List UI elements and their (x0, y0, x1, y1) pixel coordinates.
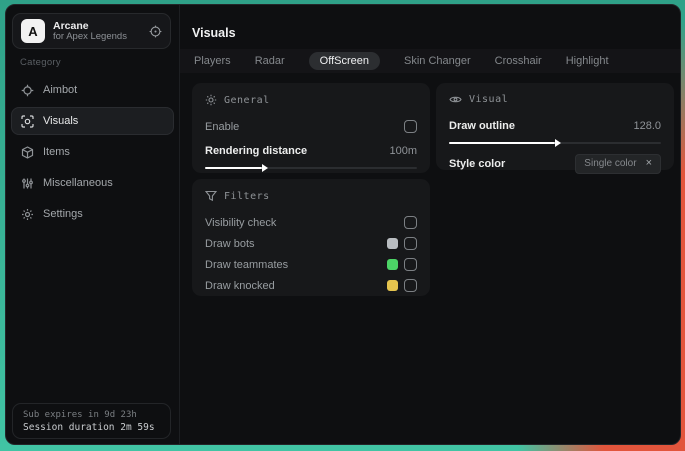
style-color-select[interactable]: Single color × (575, 153, 661, 174)
draw-outline-value: 128.0 (633, 119, 661, 132)
draw-outline-row: Draw outline 128.0 (449, 115, 661, 136)
draw-bots-color-swatch[interactable] (387, 238, 398, 249)
brand-text: Arcane for Apex Legends (53, 20, 141, 43)
panel-title: Filters (224, 190, 270, 202)
category-label: Category (20, 57, 61, 68)
draw-bots-row: Draw bots (205, 233, 417, 254)
app-subtitle: for Apex Legends (53, 30, 127, 42)
tab-bar: Players Radar OffScreen Skin Changer Cro… (180, 49, 680, 73)
draw-knocked-color-swatch[interactable] (387, 280, 398, 291)
visibility-check-row: Visibility check (205, 212, 417, 233)
draw-knocked-label: Draw knocked (205, 279, 275, 292)
sidebar-item-label: Miscellaneous (43, 177, 113, 189)
page-title: Visuals (192, 26, 236, 40)
sidebar-item-label: Settings (43, 208, 83, 220)
panel-title: General (224, 94, 270, 106)
tab-offscreen[interactable]: OffScreen (308, 52, 380, 70)
draw-teammates-checkbox[interactable] (404, 258, 417, 271)
draw-bots-label: Draw bots (205, 237, 255, 250)
brand-card: A Arcane for Apex Legends (12, 13, 171, 49)
draw-teammates-row: Draw teammates (205, 254, 417, 275)
session-duration-text: Session duration 2m 59s (23, 421, 155, 433)
subscription-card: Sub expires in 9d 23h Session duration 2… (12, 403, 171, 439)
scan-eye-icon (21, 114, 34, 128)
enable-checkbox[interactable] (404, 120, 417, 133)
app-name: Arcane (53, 19, 89, 32)
tab-skin-changer[interactable]: Skin Changer (404, 55, 471, 67)
sub-expires-text: Sub expires in 9d 23h (23, 409, 137, 420)
draw-teammates-color-swatch[interactable] (387, 259, 398, 270)
crosshair-icon (21, 84, 34, 97)
sidebar-item-aimbot[interactable]: Aimbot (11, 76, 174, 104)
tab-players[interactable]: Players (194, 55, 231, 67)
tab-radar[interactable]: Radar (255, 55, 285, 67)
enable-label: Enable (205, 120, 240, 133)
slider-fill (449, 139, 561, 147)
panel-visual: Visual Draw outline 128.0 Style color Si… (436, 83, 674, 174)
draw-knocked-row: Draw knocked (205, 275, 417, 296)
draw-outline-label: Draw outline (449, 119, 516, 132)
target-icon[interactable] (149, 25, 162, 38)
panel-general: General Enable Rendering distance 100m (192, 83, 430, 173)
main-area: Visuals Players Radar OffScreen Skin Cha… (180, 5, 680, 444)
tab-crosshair[interactable]: Crosshair (495, 55, 542, 67)
panel-filters: Filters Visibility check Draw bots Draw … (192, 179, 430, 296)
gear-icon (21, 208, 34, 221)
sidebar-item-miscellaneous[interactable]: Miscellaneous (11, 169, 174, 197)
sun-icon (205, 94, 217, 106)
rendering-distance-label: Rendering distance (205, 144, 308, 157)
visibility-check-label: Visibility check (205, 216, 277, 229)
box-icon (21, 145, 34, 159)
logo-letter: A (28, 23, 38, 39)
eye-icon (449, 94, 462, 105)
sidebar-item-label: Visuals (43, 115, 79, 127)
visibility-check-checkbox[interactable] (404, 216, 417, 229)
rendering-distance-value: 100m (389, 144, 417, 157)
tab-highlight[interactable]: Highlight (566, 55, 609, 67)
draw-teammates-label: Draw teammates (205, 258, 289, 271)
sidebar-item-label: Aimbot (43, 84, 78, 96)
funnel-icon (205, 190, 217, 202)
sidebar: A Arcane for Apex Legends Category Aimbo… (6, 5, 180, 444)
sidebar-item-settings[interactable]: Settings (11, 200, 174, 228)
rendering-distance-row: Rendering distance 100m (205, 140, 417, 161)
draw-outline-slider[interactable] (449, 138, 661, 148)
sliders-icon (21, 177, 34, 190)
sidebar-item-items[interactable]: Items (11, 138, 174, 166)
style-color-row: Style color Single color × (449, 153, 661, 174)
sidebar-item-visuals[interactable]: Visuals (11, 107, 174, 135)
panel-filters-header: Filters (205, 190, 417, 202)
panel-general-header: General (205, 94, 417, 106)
app-logo: A (21, 19, 45, 43)
enable-row: Enable (205, 116, 417, 137)
sidebar-item-label: Items (43, 146, 70, 158)
draw-knocked-checkbox[interactable] (404, 279, 417, 292)
panel-visual-header: Visual (449, 94, 661, 105)
app-window: A Arcane for Apex Legends Category Aimbo… (5, 4, 681, 445)
sidebar-nav: Aimbot Visuals Items Miscellaneous Setti… (6, 76, 179, 228)
panel-title: Visual (469, 94, 509, 105)
close-icon[interactable]: × (646, 158, 652, 169)
rendering-distance-slider[interactable] (205, 163, 417, 173)
slider-fill (205, 164, 269, 172)
style-color-selected-option: Single color (584, 158, 637, 169)
draw-bots-checkbox[interactable] (404, 237, 417, 250)
style-color-label: Style color (449, 157, 506, 170)
